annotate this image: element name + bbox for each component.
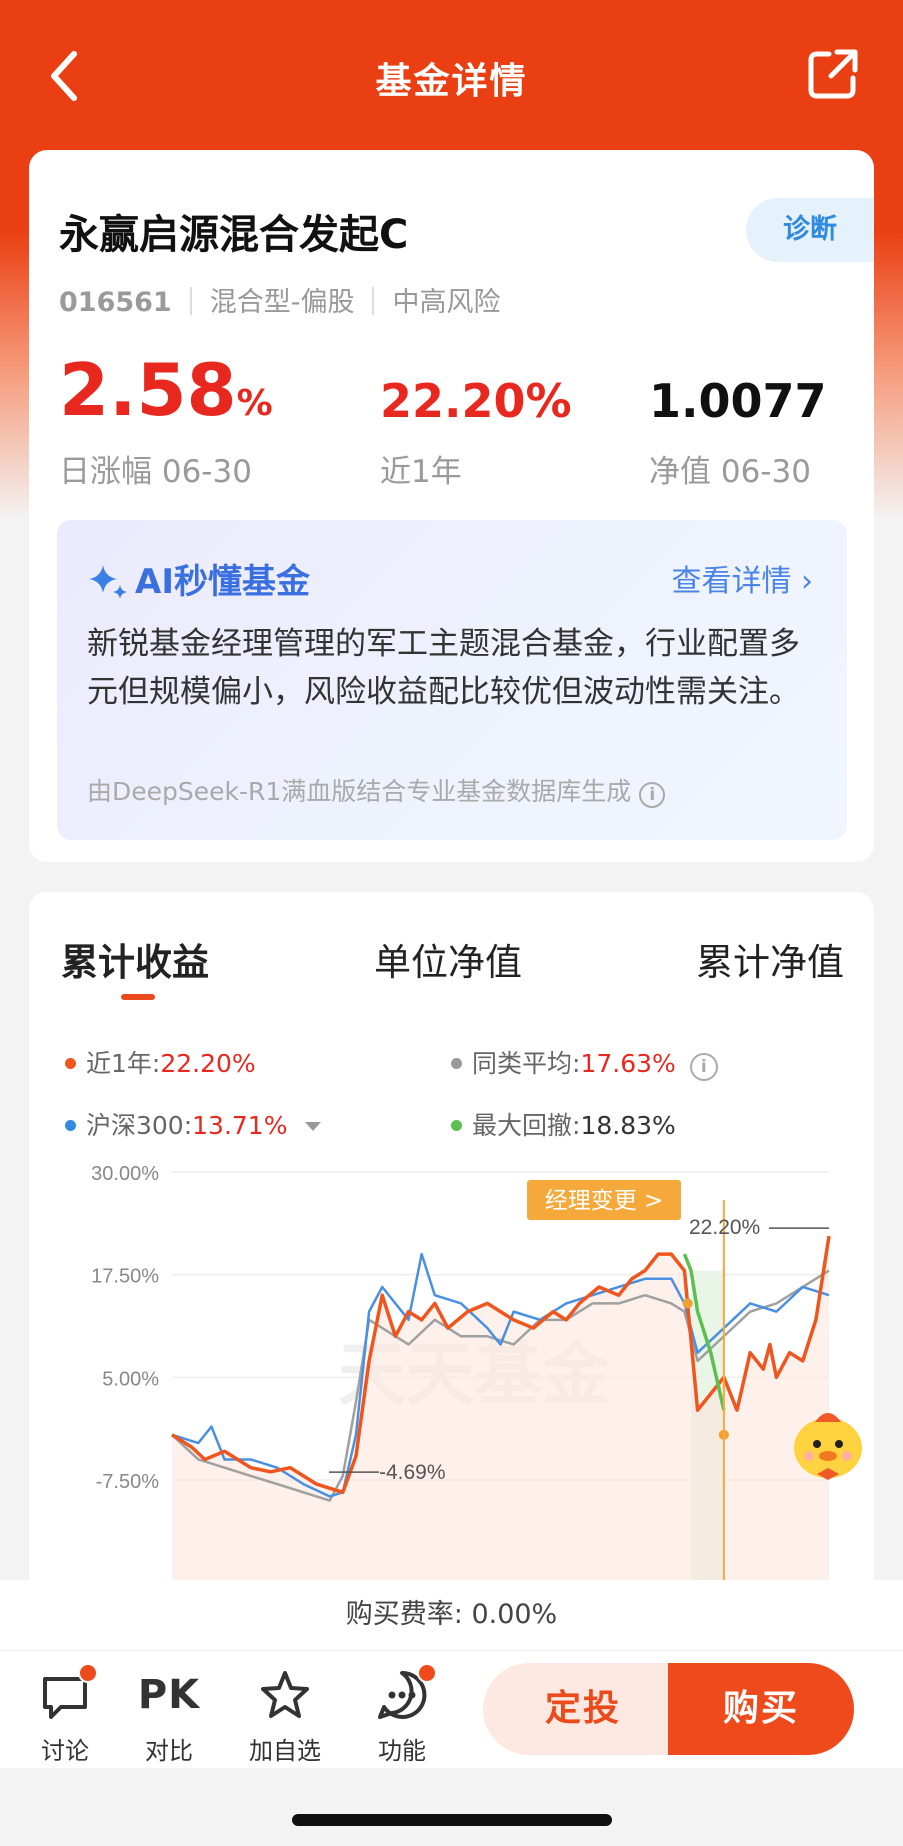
- ai-source-text: 由DeepSeek-R1满血版结合专业基金数据库生成: [87, 777, 632, 806]
- fund-area: [172, 1236, 829, 1580]
- y-tick-label: 17.50%: [91, 1266, 159, 1288]
- add-watchlist-button[interactable]: 加自选: [240, 1669, 330, 1766]
- star-icon: [261, 1671, 309, 1718]
- min-value-label: -4.69%: [379, 1461, 446, 1484]
- divider: [372, 287, 375, 315]
- max-value-label: 22.20%: [689, 1216, 760, 1239]
- home-indicator: [292, 1814, 612, 1826]
- tab-unit-nav[interactable]: 单位净值: [374, 932, 522, 986]
- year-return-label: 近1年: [380, 454, 462, 490]
- legend-dot: [451, 1120, 462, 1131]
- year-return-value: 22.20%: [380, 374, 572, 428]
- legend-label: 最大回撤:: [472, 1111, 581, 1140]
- return-chart[interactable]: 30.00%17.50%5.00%-7.50%天天基金经理变更 >22.20%-…: [29, 1150, 874, 1580]
- legend-label: 近1年:: [86, 1049, 161, 1078]
- fund-type: 混合型-偏股: [209, 287, 355, 318]
- legend-hs300[interactable]: 沪深300:13.71%: [65, 1106, 322, 1142]
- daily-change-unit: %: [236, 383, 273, 424]
- ai-title: AI秒懂基金: [87, 554, 310, 603]
- auto-invest-button[interactable]: 定投: [483, 1663, 683, 1755]
- sparkle-icon: [89, 565, 127, 599]
- legend-label: 沪深300:: [86, 1111, 193, 1140]
- bottom-action-bar: 讨论 PK 对比 加自选 功能 定投 购买: [0, 1650, 903, 1768]
- fund-summary-card: 永赢启源混合发起C 诊断 016561 混合型-偏股 中高风险 2.58% 日涨幅 …: [29, 150, 874, 862]
- legend-value: 17.63%: [580, 1049, 676, 1078]
- y-tick-label: 5.00%: [102, 1368, 159, 1390]
- daily-change-label: 日涨幅 06-30: [59, 454, 252, 490]
- nav-stat: 1.0077 净值 06-30: [649, 372, 827, 491]
- fund-name: 永赢启源混合发起C: [59, 212, 409, 258]
- ai-title-text: AI秒懂基金: [135, 562, 310, 602]
- ai-summary-text: 新锐基金经理管理的军工主题混合基金，行业配置多元但规模偏小，风险收益配比较优但波…: [87, 626, 800, 710]
- page-title: 基金详情: [375, 61, 528, 102]
- daily-change-value: 2.58: [59, 348, 237, 432]
- nav-label: 净值 06-30: [649, 454, 811, 490]
- fund-risk: 中高风险: [392, 287, 501, 318]
- more-functions-label: 功能: [378, 1737, 426, 1765]
- notification-dot: [78, 1663, 98, 1683]
- legend-dot: [65, 1120, 76, 1131]
- notification-dot: [417, 1663, 437, 1683]
- buy-button[interactable]: 购买: [668, 1663, 854, 1755]
- tab-cumulative-nav[interactable]: 累计净值: [696, 932, 844, 986]
- year-return-stat: 22.20% 近1年: [380, 372, 572, 491]
- legend-value: 13.71%: [192, 1111, 288, 1140]
- info-icon[interactable]: i: [689, 1053, 718, 1081]
- ai-view-details-link[interactable]: 查看详情 ›: [671, 556, 813, 600]
- manager-change-label: 经理变更 >: [545, 1188, 664, 1214]
- compare-button[interactable]: PK 对比: [124, 1669, 214, 1766]
- fund-code: 016561: [59, 287, 172, 318]
- info-icon[interactable]: i: [639, 782, 666, 808]
- add-watchlist-label: 加自选: [249, 1737, 321, 1765]
- discuss-button[interactable]: 讨论: [20, 1663, 110, 1766]
- chevron-down-icon[interactable]: [305, 1122, 322, 1131]
- nav-value: 1.0077: [649, 374, 827, 428]
- legend-category-avg: 同类平均:17.63% i: [451, 1044, 718, 1081]
- y-tick-label: 30.00%: [91, 1163, 159, 1185]
- legend-value: 22.20%: [160, 1049, 256, 1078]
- purchase-fee-bar: 购买费率: 0.00%: [0, 1580, 903, 1650]
- diagnose-button[interactable]: 诊断: [746, 198, 874, 262]
- more-functions-button[interactable]: 功能: [357, 1663, 447, 1766]
- fund-meta: 016561 混合型-偏股 中高风险: [59, 280, 500, 319]
- y-tick-label: -7.50%: [96, 1471, 160, 1493]
- tab-cumulative-return[interactable]: 累计收益: [61, 932, 209, 986]
- pk-icon: PK: [137, 1672, 201, 1718]
- divider: [189, 287, 192, 315]
- drawdown-start-point: [682, 1298, 693, 1309]
- legend-label: 同类平均:: [472, 1049, 581, 1078]
- daily-change-stat: 2.58% 日涨幅 06-30: [59, 350, 273, 491]
- legend-value: 18.83%: [580, 1111, 676, 1140]
- share-icon[interactable]: [807, 48, 859, 100]
- legend-fund: 近1年:22.20%: [65, 1044, 256, 1080]
- active-tab-indicator: [121, 994, 155, 1000]
- discuss-label: 讨论: [41, 1737, 89, 1765]
- compare-label: 对比: [145, 1737, 193, 1765]
- legend-dot: [65, 1058, 76, 1069]
- legend-max-drawdown: 最大回撤:18.83%: [451, 1106, 676, 1142]
- nav-bar: 基金详情: [0, 0, 903, 150]
- mascot-icon[interactable]: [785, 1400, 871, 1486]
- ai-source-note: 由DeepSeek-R1满血版结合专业基金数据库生成 i: [87, 772, 666, 808]
- legend-dot: [451, 1058, 462, 1069]
- ai-summary-box[interactable]: AI秒懂基金 查看详情 › 新锐基金经理管理的军工主题混合基金，行业配置多元但规…: [57, 520, 847, 840]
- performance-card: 累计收益 单位净值 累计净值 近1年:22.20% 同类平均:17.63% i 沪…: [29, 892, 874, 1612]
